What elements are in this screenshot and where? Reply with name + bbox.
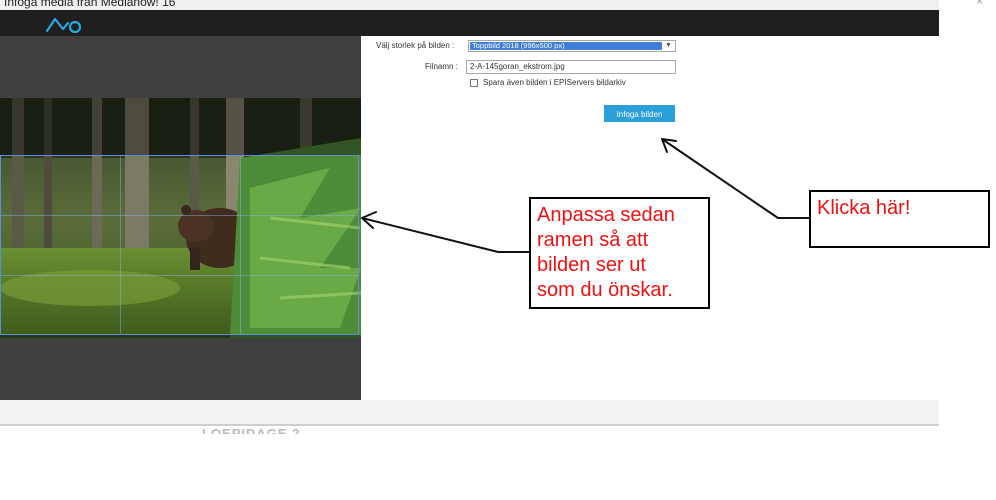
window-title: Infoga media från Medianow! 16 bbox=[4, 0, 176, 9]
callout-line: ramen så att bbox=[537, 229, 649, 251]
crop-frame[interactable] bbox=[0, 155, 359, 335]
callout-line: som du önskar. bbox=[537, 279, 673, 301]
crop-gridline bbox=[1, 215, 358, 216]
app-header bbox=[0, 10, 939, 36]
crop-gridline bbox=[120, 156, 121, 334]
callout-line: Anpassa sedan bbox=[537, 204, 675, 226]
crop-mask-bottom bbox=[0, 335, 361, 338]
size-select-value: Toppbild 2018 (996x500 px) bbox=[470, 42, 662, 50]
save-archive-label: Spara även bilden i EPIServers bildarkiv bbox=[483, 78, 626, 87]
crop-gridline bbox=[240, 156, 241, 334]
crop-gridline bbox=[1, 275, 358, 276]
size-label: Välj storlek på bilden : bbox=[376, 41, 455, 50]
crop-mask-top bbox=[0, 98, 361, 155]
window-titlebar: Infoga media från Medianow! 16 bbox=[0, 0, 939, 10]
insert-image-button[interactable]: Infoga bilden bbox=[604, 105, 675, 122]
dialog-footer bbox=[0, 400, 939, 424]
size-select[interactable]: Toppbild 2018 (996x500 px) ▼ bbox=[468, 40, 676, 52]
save-archive-checkbox[interactable] bbox=[470, 79, 478, 87]
instruction-callout-crop: Anpassa sedan ramen så att bilden ser ut… bbox=[529, 197, 710, 309]
close-icon[interactable]: × bbox=[976, 0, 983, 8]
image-crop-panel bbox=[0, 36, 361, 400]
callout-line: Klicka här! bbox=[817, 197, 911, 219]
instruction-callout-click: Klicka här! bbox=[809, 190, 990, 248]
medianow-logo-icon bbox=[45, 17, 82, 34]
callout-line: bilden ser ut bbox=[537, 254, 646, 276]
filename-input[interactable]: 2-A-145goran_ekstrom.jpg bbox=[466, 60, 676, 74]
footer-divider bbox=[0, 424, 939, 426]
filename-label: Filnamn : bbox=[425, 62, 458, 71]
chevron-down-icon[interactable]: ▼ bbox=[663, 41, 674, 51]
footer-text: LOEPIDAGE 2 bbox=[202, 426, 301, 434]
crop-overlay bbox=[0, 98, 361, 338]
